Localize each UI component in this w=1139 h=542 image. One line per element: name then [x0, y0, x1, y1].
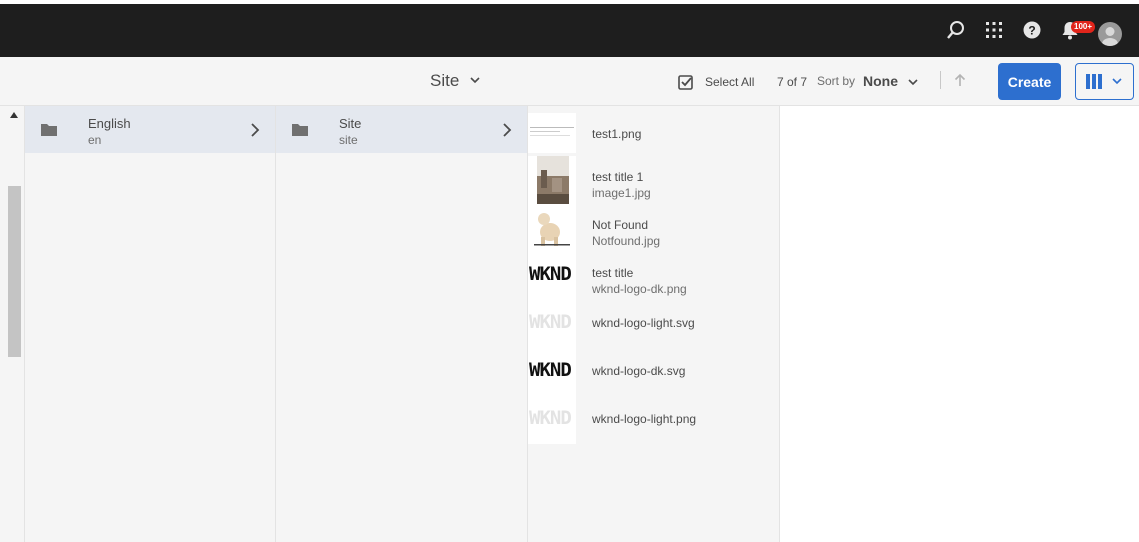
asset-item[interactable]: WKND test title wknd-logo-dk.png [528, 252, 779, 300]
select-all-button[interactable]: Select All [705, 75, 754, 89]
asset-title: wknd-logo-light.svg [592, 316, 695, 330]
folder-icon [292, 124, 308, 136]
chevron-down-icon[interactable] [908, 78, 918, 86]
item-title: English [88, 116, 131, 131]
action-bar: Site Select All 7 of 7 Sort by None Crea… [0, 57, 1139, 106]
asset-thumbnail: WKND [528, 348, 576, 396]
item-subtitle: en [88, 133, 102, 147]
asset-thumbnail [528, 204, 576, 252]
column-assets: test1.png test title 1 image1.jpg Not Fo… [528, 106, 780, 542]
wknd-logo: WKND [529, 263, 572, 285]
asset-title: wknd-logo-dk.svg [592, 364, 686, 378]
wknd-logo: WKND [529, 359, 572, 381]
asset-thumbnail [528, 156, 576, 204]
asset-item[interactable]: WKND wknd-logo-light.png [528, 396, 779, 444]
column-empty [780, 106, 1139, 542]
asset-thumbnail: WKND [528, 396, 576, 444]
scrollbar-thumb[interactable] [8, 186, 21, 357]
asset-title: wknd-logo-light.png [592, 412, 697, 426]
column-english: English en [25, 106, 276, 542]
asset-thumbnail [528, 113, 576, 153]
wknd-logo: WKND [529, 407, 572, 429]
asset-filename: Notfound.jpg [592, 234, 661, 248]
sort-direction-icon[interactable] [954, 73, 966, 87]
column-item-english[interactable]: English en [25, 106, 275, 153]
asset-item[interactable]: WKND wknd-logo-dk.svg [528, 348, 779, 396]
item-subtitle: site [339, 133, 358, 147]
asset-title: test title [592, 266, 634, 280]
chevron-right-icon[interactable] [250, 123, 260, 137]
search-icon[interactable] [944, 18, 968, 42]
column-item-site[interactable]: Site site [276, 106, 527, 153]
chevron-down-icon [1112, 78, 1122, 85]
avatar[interactable] [1098, 22, 1122, 46]
asset-title: Not Found [592, 218, 649, 232]
item-title: Site [339, 116, 362, 131]
asset-item[interactable]: test title 1 image1.jpg [528, 156, 779, 204]
asset-title: test title 1 [592, 170, 644, 184]
asset-item[interactable]: Not Found Notfound.jpg [528, 204, 779, 252]
chevron-down-icon[interactable] [470, 76, 480, 84]
wknd-logo: WKND [529, 311, 572, 333]
create-button[interactable]: Create [998, 63, 1061, 100]
asset-filename: image1.jpg [592, 186, 651, 200]
chevron-right-icon[interactable] [502, 123, 512, 137]
svg-text:?: ? [1028, 24, 1035, 38]
select-all-icon[interactable] [678, 74, 694, 90]
folder-icon [41, 124, 57, 136]
sort-label: Sort by [817, 74, 856, 88]
scroll-up-icon[interactable] [10, 112, 18, 118]
global-header: ? 100+ [0, 4, 1139, 57]
sort-dropdown[interactable]: None [863, 73, 898, 89]
asset-thumbnail: WKND [528, 300, 576, 348]
divider [940, 71, 941, 89]
help-icon[interactable]: ? [1020, 18, 1044, 42]
asset-filename: wknd-logo-dk.png [592, 282, 687, 296]
notification-badge: 100+ [1071, 21, 1096, 33]
page-title[interactable]: Site [430, 71, 459, 91]
item-count: 7 of 7 [777, 75, 808, 89]
user-icon [1102, 27, 1118, 46]
asset-title: test1.png [592, 127, 642, 141]
asset-thumbnail: WKND [528, 252, 576, 300]
view-switcher-button[interactable] [1075, 63, 1134, 100]
column-view-icon [1086, 74, 1102, 89]
column-site: Site site [276, 106, 528, 542]
asset-item[interactable]: WKND wknd-logo-light.svg [528, 300, 779, 348]
asset-item[interactable]: test1.png [528, 109, 779, 157]
apps-grid-icon[interactable] [982, 18, 1006, 42]
